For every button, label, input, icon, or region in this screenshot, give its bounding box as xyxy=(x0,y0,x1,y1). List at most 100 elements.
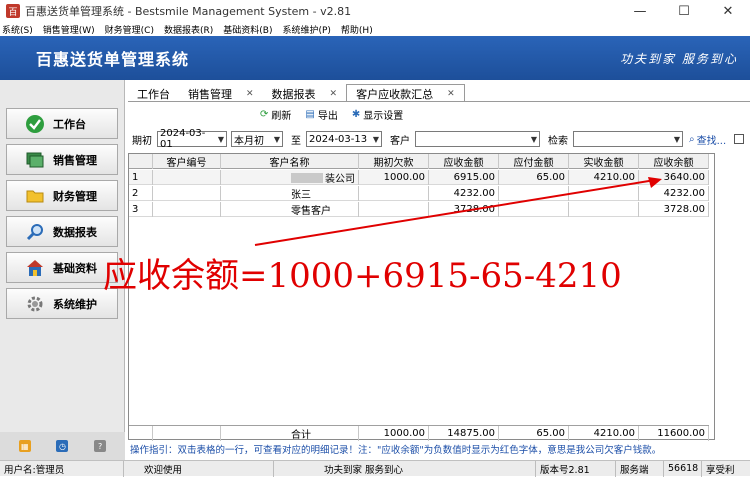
receivable-balance: 4232.00 xyxy=(639,186,709,201)
totals-spacer xyxy=(129,426,153,441)
receivable-balance: 3640.00 xyxy=(639,170,709,185)
chevron-down-icon: ▼ xyxy=(273,134,280,144)
sidebar-item-basic-data[interactable]: 基础资料 xyxy=(6,252,118,283)
sidebar-item-reports[interactable]: 数据报表 xyxy=(6,216,118,247)
tab-receivables-summary[interactable]: 客户应收款汇总 ✕ xyxy=(346,84,465,102)
folder-icon xyxy=(25,186,45,206)
menu-help[interactable]: 帮助(H) xyxy=(341,23,373,36)
filter-bar: 期初 2024-03-01 ▼ 本月初 ▼ 至 2024-03-13 ▼ 客户 … xyxy=(128,128,750,150)
start-date-picker[interactable]: 2024-03-01 ▼ xyxy=(157,128,227,150)
banner-title: 百惠送货单管理系统 xyxy=(36,50,190,69)
refresh-label: 刷新 xyxy=(271,110,292,122)
chevron-down-icon: ▼ xyxy=(530,134,537,144)
column-header[interactable]: 客户编号 xyxy=(153,154,221,169)
customer-name: 装公司 xyxy=(221,170,359,185)
opening-balance xyxy=(359,202,429,217)
option-checkbox[interactable] xyxy=(734,134,745,144)
operation-hint: 操作指引：双击表格的一行，可查看对应的明细记录！注："应收余额"为负数值时显示为… xyxy=(130,445,662,456)
customer-code xyxy=(153,170,221,185)
column-header[interactable] xyxy=(129,154,153,169)
sidebar-item-label: 系统维护 xyxy=(53,297,97,311)
column-header[interactable]: 客户名称 xyxy=(221,154,359,169)
menu-basic-data[interactable]: 基础资料(B) xyxy=(223,23,272,36)
payable-amount xyxy=(499,202,569,217)
menu-reports[interactable]: 数据报表(R) xyxy=(164,23,213,36)
help-icon[interactable]: ? xyxy=(94,440,107,452)
tab-reports[interactable]: 数据报表 ✕ xyxy=(263,85,347,102)
search-icon: ⌕ xyxy=(689,133,695,145)
receivable-amount: 4232.00 xyxy=(429,186,499,201)
status-user: 用户名:管理员 xyxy=(0,460,124,477)
close-icon[interactable]: ✕ xyxy=(447,89,455,99)
column-header[interactable]: 期初欠款 xyxy=(359,154,429,169)
status-user-right: 享受利 xyxy=(706,464,735,476)
menu-maintenance[interactable]: 系统维护(P) xyxy=(282,23,330,36)
window-title: 百惠送货单管理系统 - Bestsmile Management System … xyxy=(25,5,352,18)
customer-code xyxy=(153,186,221,201)
refresh-button[interactable]: ⟳ 刷新 xyxy=(260,107,291,122)
status-server-label: 服务端 xyxy=(616,460,664,477)
tab-sales[interactable]: 销售管理 ✕ xyxy=(179,85,263,102)
column-header[interactable]: 应收余额 xyxy=(639,154,709,169)
clock-icon[interactable]: ◷ xyxy=(56,440,69,452)
export-button[interactable]: ▤ 导出 xyxy=(305,107,337,122)
find-button[interactable]: ⌕ 查找... xyxy=(689,132,726,147)
window-titlebar: 百 百惠送货单管理系统 - Bestsmile Management Syste… xyxy=(0,0,750,22)
magnifier-icon xyxy=(25,222,45,242)
receivable-amount: 3728.00 xyxy=(429,202,499,217)
display-settings-button[interactable]: ✱ 显示设置 xyxy=(352,107,403,122)
customer-select[interactable]: ▼ xyxy=(415,131,540,147)
close-icon[interactable]: ✕ xyxy=(246,89,254,99)
app-banner: 百惠送货单管理系统 功夫到家 服务到心 xyxy=(0,36,750,80)
tab-workbench[interactable]: 工作台 xyxy=(128,85,179,102)
sidebar-item-sales[interactable]: 销售管理 xyxy=(6,144,118,175)
column-header[interactable]: 应付金额 xyxy=(499,154,569,169)
sidebar-item-workbench[interactable]: 工作台 xyxy=(6,108,118,139)
totals-label: 合计 xyxy=(221,426,359,441)
menu-system[interactable]: 系统(S) xyxy=(2,23,33,36)
monitor-icon xyxy=(25,150,45,170)
search-label: 检索 xyxy=(548,135,568,147)
sidebar-item-label: 数据报表 xyxy=(53,225,97,239)
total-balance: 11600.00 xyxy=(639,426,709,441)
menu-finance[interactable]: 财务管理(C) xyxy=(105,23,154,36)
sidebar-item-label: 财务管理 xyxy=(53,189,97,203)
display-settings-label: 显示设置 xyxy=(363,110,404,122)
calculator-icon[interactable]: ▦ xyxy=(18,440,31,452)
minimize-button[interactable]: — xyxy=(618,0,662,22)
tab-label: 客户应收款汇总 xyxy=(356,87,434,101)
column-header[interactable]: 实收金额 xyxy=(569,154,639,169)
period-preset-value: 本月初 xyxy=(234,135,264,147)
received-amount: 4210.00 xyxy=(569,170,639,185)
table-row[interactable]: 2 张三 4232.00 4232.00 xyxy=(129,186,709,201)
sidebar-item-label: 工作台 xyxy=(53,117,86,131)
report-toolbar: ⟳ 刷新 ▤ 导出 ✱ 显示设置 xyxy=(260,106,417,122)
end-date-picker[interactable]: 2024-03-13 ▼ xyxy=(306,131,382,147)
customer-name-text: 装公司 xyxy=(325,174,355,185)
menu-bar: 系统(S) 销售管理(W) 财务管理(C) 数据报表(R) 基础资料(B) 系统… xyxy=(0,22,750,36)
sidebar-item-label: 销售管理 xyxy=(53,153,97,167)
total-received: 4210.00 xyxy=(569,426,639,441)
maximize-button[interactable]: ☐ xyxy=(662,0,706,22)
sidebar-item-finance[interactable]: 财务管理 xyxy=(6,180,118,211)
chevron-down-icon: ▼ xyxy=(673,134,680,144)
tab-label: 工作台 xyxy=(137,87,170,101)
close-button[interactable]: ✕ xyxy=(706,0,750,22)
sidebar-item-maintenance[interactable]: 系统维护 xyxy=(6,288,118,319)
annotation-formula: 应收余额=1000+6915-65-4210 xyxy=(103,256,622,296)
status-motto: 功夫到家 服务到心 xyxy=(274,460,536,477)
status-welcome: 欢迎使用 xyxy=(124,460,274,477)
menu-sales[interactable]: 销售管理(W) xyxy=(43,23,95,36)
table-row[interactable]: 1 装公司 1000.00 6915.00 65.00 4210.00 3640… xyxy=(129,170,709,185)
search-select[interactable]: ▼ xyxy=(573,131,683,147)
period-preset-select[interactable]: 本月初 ▼ xyxy=(231,131,283,147)
column-header[interactable]: 应收金额 xyxy=(429,154,499,169)
total-payable: 65.00 xyxy=(499,426,569,441)
banner-slogan: 功夫到家 服务到心 xyxy=(620,51,738,66)
table-row[interactable]: 3 零售客户 3728.00 3728.00 xyxy=(129,202,709,217)
close-icon[interactable]: ✕ xyxy=(330,89,338,99)
end-date-value: 2024-03-13 xyxy=(309,133,368,145)
chevron-down-icon: ▼ xyxy=(217,134,224,144)
chevron-down-icon: ▼ xyxy=(372,134,379,144)
app-icon: 百 xyxy=(6,4,20,18)
